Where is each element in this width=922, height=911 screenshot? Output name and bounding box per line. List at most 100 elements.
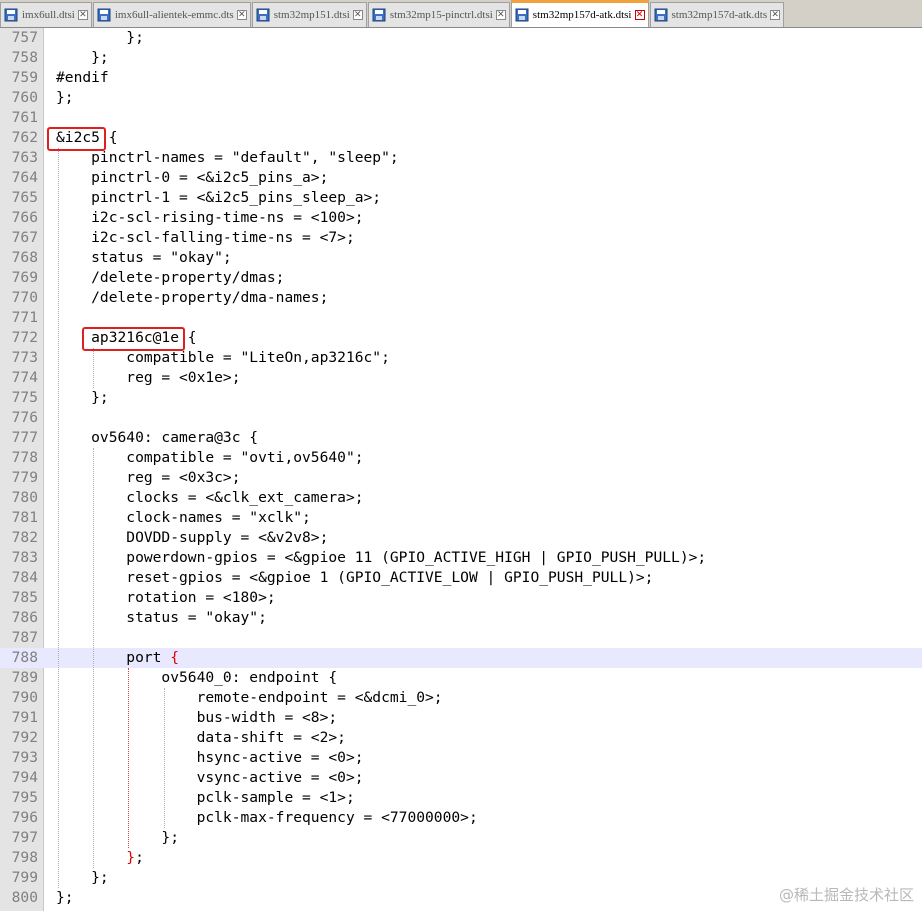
close-icon[interactable]: ✕ [634,10,645,20]
code-text: vsync-active = <0>; [56,769,364,786]
code-line: 787 [0,628,922,648]
code-line: 769 /delete-property/dmas; [0,268,922,288]
close-icon[interactable]: ✕ [352,10,363,20]
line-number: 798 [11,849,38,866]
line-number: 800 [11,889,38,906]
code-text: reg = <0x3c>; [56,469,241,486]
code-line: 764 pinctrl-0 = <&i2c5_pins_a>; [0,168,922,188]
code-line: 759 #endif [0,68,922,88]
tab-stm32mp157d-atk-dts[interactable]: stm32mp157d-atk.dts ✕ [649,2,785,27]
code-text: bus-width = <8>; [56,709,338,726]
code-text: port { [56,649,180,666]
tab-label: imx6ull-alientek-emmc.dts [114,9,234,21]
line-number: 772 [11,329,38,346]
code-line: 793 hsync-active = <0>; [0,748,922,768]
tab-label: stm32mp15-pinctrl.dtsi [389,9,493,21]
code-text: clock-names = "xclk"; [56,509,311,526]
close-icon[interactable]: ✕ [770,10,781,20]
watermark: @稀土掘金技术社区 [778,886,914,904]
fold-guide [128,668,130,848]
code-text: reset-gpios = <&gpioe 1 (GPIO_ACTIVE_LOW… [56,569,654,586]
line-number: 758 [11,49,38,66]
code-line: 788 port { [0,648,922,668]
line-number: 790 [11,689,38,706]
code-line: 791 bus-width = <8>; [0,708,922,728]
line-number: 776 [11,409,38,426]
close-icon[interactable]: ✕ [236,10,247,20]
close-icon[interactable]: ✕ [495,10,506,20]
line-number: 795 [11,789,38,806]
code-line: 770 /delete-property/dma-names; [0,288,922,308]
code-text: pinctrl-1 = <&i2c5_pins_sleep_a>; [56,189,382,206]
code-text: }; [56,869,109,886]
code-line: 790 remote-endpoint = <&dcmi_0>; [0,688,922,708]
save-file-icon [97,8,111,22]
code-text: pinctrl-0 = <&i2c5_pins_a>; [56,169,329,186]
code-line: 761 [0,108,922,128]
code-line: 798 }; [0,848,922,868]
code-line: 781 clock-names = "xclk"; [0,508,922,528]
tab-label: imx6ull.dtsi [22,9,75,21]
code-line: 794 vsync-active = <0>; [0,768,922,788]
code-line: 795 pclk-sample = <1>; [0,788,922,808]
line-number: 789 [11,669,38,686]
matched-brace: } [126,849,136,866]
code-line: 762 &i2c5 { [0,128,922,148]
tab-stm32mp157d-atk-dtsi[interactable]: stm32mp157d-atk.dtsi ✕ [510,0,649,27]
code-text: }; [56,889,74,906]
line-number: 791 [11,709,38,726]
line-number: 787 [11,629,38,646]
tab-imx6ull-dtsi[interactable]: imx6ull.dtsi ✕ [0,2,92,27]
save-file-icon [372,8,386,22]
code-line: 789 ov5640_0: endpoint { [0,668,922,688]
line-number: 778 [11,449,38,466]
tab-label: stm32mp157d-atk.dts [671,9,768,21]
code-text: compatible = "LiteOn,ap3216c"; [56,349,390,366]
code-line: 771 [0,308,922,328]
code-line: 757 }; [0,28,922,48]
code-text: }; [56,89,74,106]
code-text: }; [56,29,144,46]
save-file-icon [515,8,529,22]
line-number: 762 [11,129,38,146]
tab-stm32mp15-pinctrl-dtsi[interactable]: stm32mp15-pinctrl.dtsi ✕ [367,2,510,27]
code-line: 778 compatible = "ovti,ov5640"; [0,448,922,468]
line-number: 780 [11,489,38,506]
code-text: status = "okay"; [56,609,267,626]
code-text: pclk-sample = <1>; [56,789,355,806]
line-number: 781 [11,509,38,526]
line-number: 779 [11,469,38,486]
line-number: 773 [11,349,38,366]
code-text: data-shift = <2>; [56,729,346,746]
line-number: 792 [11,729,38,746]
code-line: 767 i2c-scl-falling-time-ns = <7>; [0,228,922,248]
line-number: 797 [11,829,38,846]
tab-imx6ull-alientek-emmc-dts[interactable]: imx6ull-alientek-emmc.dts ✕ [92,2,251,27]
save-file-icon [4,8,18,22]
line-number: 775 [11,389,38,406]
code-text: powerdown-gpios = <&gpioe 11 (GPIO_ACTIV… [56,549,707,566]
code-line: 784 reset-gpios = <&gpioe 1 (GPIO_ACTIVE… [0,568,922,588]
code-line: 777 ov5640: camera@3c { [0,428,922,448]
tab-bar: imx6ull.dtsi ✕ imx6ull-alientek-emmc.dts ✕ s… [0,0,922,28]
code-text: ov5640_0: endpoint { [56,669,338,686]
close-icon[interactable]: ✕ [77,10,88,20]
code-text: i2c-scl-rising-time-ns = <100>; [56,209,364,226]
line-number: 784 [11,569,38,586]
line-number: 770 [11,289,38,306]
code-editor[interactable]: 757 }; 758 }; 759 #endif 760}; 761 762 &i2c5 {7… [0,28,922,911]
tab-stm32mp151-dtsi[interactable]: stm32mp151.dtsi ✕ [251,2,367,27]
code-line: 786 status = "okay"; [0,608,922,628]
code-text: DOVDD-supply = <&v2v8>; [56,529,329,546]
line-number: 759 [11,69,38,86]
line-number: 774 [11,369,38,386]
line-number: 793 [11,749,38,766]
line-number: 782 [11,529,38,546]
line-number: 764 [11,169,38,186]
matched-brace: { [170,649,180,666]
code-text: pinctrl-names = "default", "sleep"; [56,149,399,166]
code-line: 758 }; [0,48,922,68]
line-number: 761 [11,109,38,126]
line-number: 771 [11,309,38,326]
line-number: 760 [11,89,38,106]
